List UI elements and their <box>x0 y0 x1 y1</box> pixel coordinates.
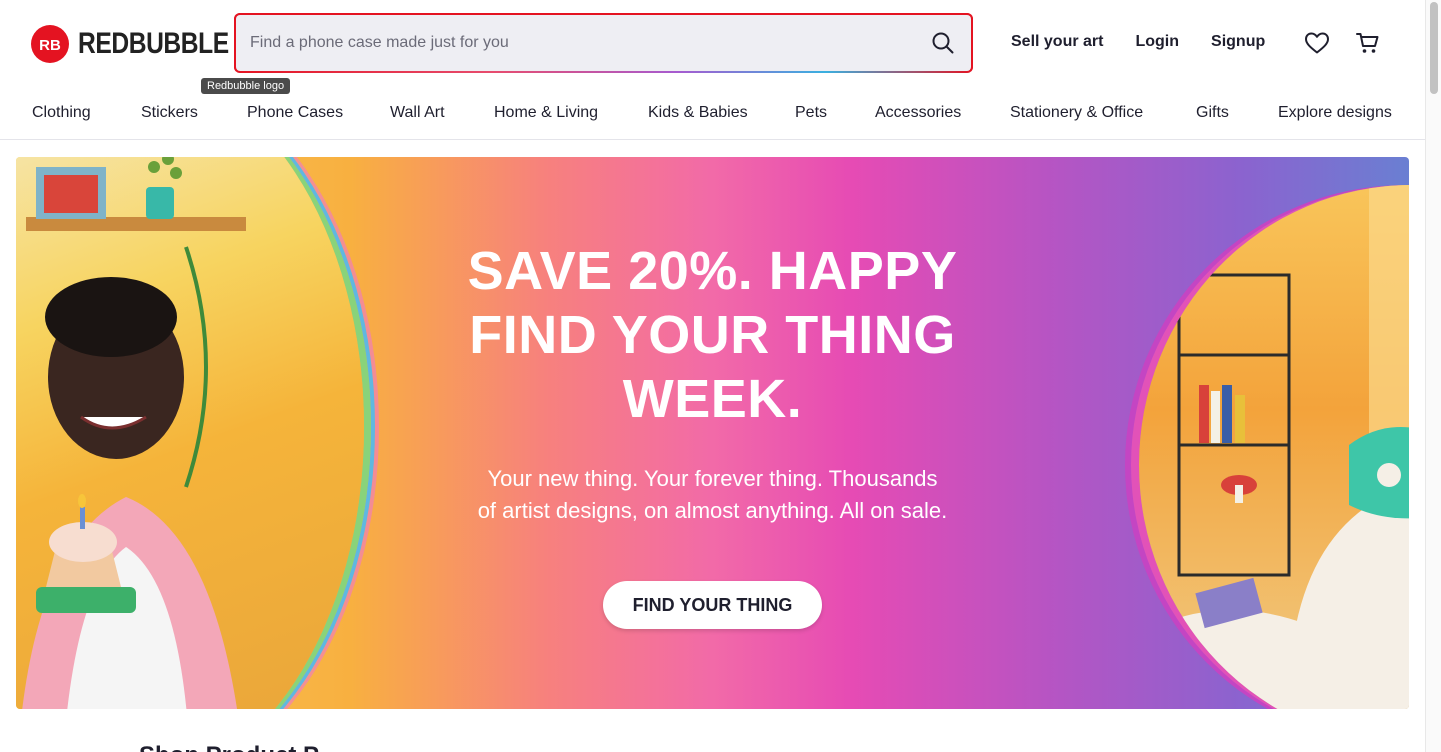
logo-letters: RB <box>39 37 61 54</box>
hero-photo-right <box>1131 185 1409 709</box>
redbubble-logo[interactable]: RB REDBUBBLE <box>31 25 262 63</box>
hero-subtitle: Your new thing. Your forever thing. Thou… <box>477 466 948 523</box>
logo-mark-icon: RB <box>31 25 69 63</box>
search-bar <box>234 13 973 73</box>
category-pets[interactable]: Pets <box>795 104 827 122</box>
category-explore-designs[interactable]: Explore designs <box>1278 104 1392 122</box>
page-scrollbar[interactable] <box>1425 0 1441 752</box>
search-field-container <box>236 15 971 71</box>
scrollbar-thumb[interactable] <box>1430 2 1438 94</box>
sell-your-art-link[interactable]: Sell your art <box>1011 33 1103 51</box>
category-gifts[interactable]: Gifts <box>1196 104 1229 122</box>
shop-product-heading: Shop Product P <box>139 742 319 752</box>
category-home-living[interactable]: Home & Living <box>494 104 598 122</box>
logo-wordmark: REDBUBBLE <box>78 27 229 60</box>
search-button[interactable] <box>929 29 957 57</box>
heart-icon[interactable] <box>1304 31 1330 55</box>
search-icon <box>932 32 954 54</box>
signup-link[interactable]: Signup <box>1211 33 1265 51</box>
hero-title: SAVE 20%. HAPPY FIND YOUR THING WEEK. <box>467 241 958 429</box>
hero-copy: SAVE 20%. HAPPY FIND YOUR THING WEEK. Yo… <box>436 239 989 527</box>
category-phone-cases[interactable]: Phone Cases <box>247 104 343 122</box>
category-accessories[interactable]: Accessories <box>875 104 961 122</box>
logo-tooltip: Redbubble logo <box>201 78 291 94</box>
category-wall-art[interactable]: Wall Art <box>390 104 445 122</box>
category-clothing[interactable]: Clothing <box>32 104 91 122</box>
category-kids-babies[interactable]: Kids & Babies <box>648 104 748 122</box>
category-stickers[interactable]: Stickers <box>141 104 198 122</box>
category-stationery-office[interactable]: Stationery & Office <box>1010 104 1143 122</box>
site-header: RB REDBUBBLE Redbubble logo Sell your ar… <box>0 0 1425 94</box>
person-with-cupcake-illustration <box>22 157 246 709</box>
find-your-thing-button[interactable]: FIND YOUR THING <box>603 581 822 629</box>
hero-photo-left <box>16 157 371 709</box>
living-room-illustration <box>1159 185 1409 709</box>
hero-banner[interactable]: SAVE 20%. HAPPY FIND YOUR THING WEEK. Yo… <box>16 157 1409 709</box>
cart-icon[interactable] <box>1355 31 1381 55</box>
account-links: Sell your art Login Signup <box>1011 33 1297 51</box>
category-nav: Clothing Stickers Phone Cases Wall Art H… <box>0 88 1425 140</box>
login-link[interactable]: Login <box>1135 33 1179 51</box>
search-input[interactable] <box>250 15 910 71</box>
